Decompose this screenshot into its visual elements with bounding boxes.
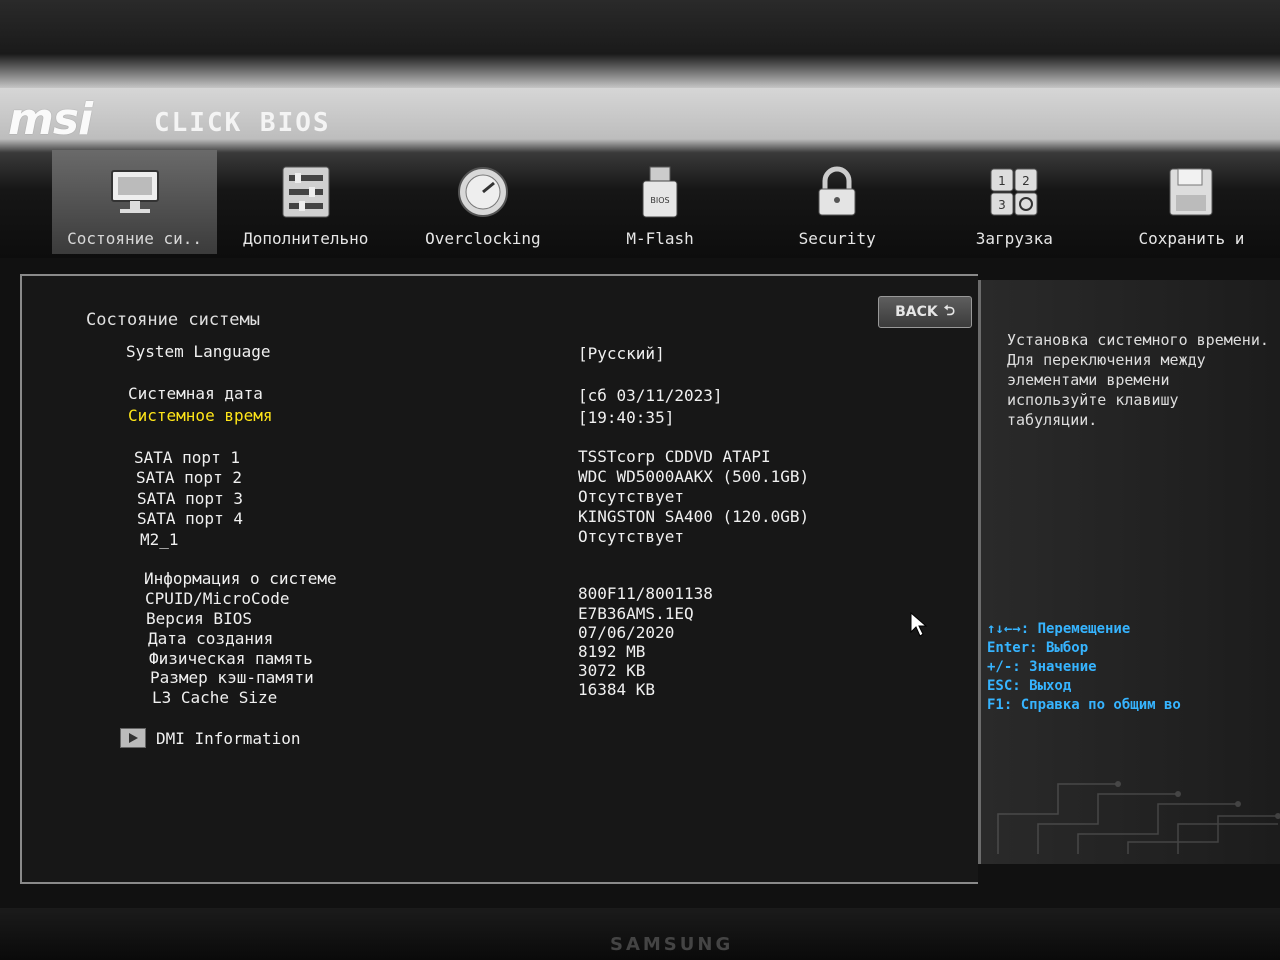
tab-label: Дополнительно xyxy=(243,229,369,248)
build-date-value: 07/06/2020 xyxy=(578,623,675,642)
cpuid-value: 800F11/8001138 xyxy=(578,584,713,603)
back-label: BACK xyxy=(895,304,938,320)
sata-port-2-value: WDC WD5000AAKX (500.1GB) xyxy=(578,467,810,486)
tab-label: Security xyxy=(798,229,876,248)
m2-1-value: Отсутствует xyxy=(578,527,684,546)
cache-size-value: 3072 KB xyxy=(578,661,646,680)
tab-label: Состояние си.. xyxy=(67,229,203,248)
tab-m-flash[interactable]: BIOS M-Flash xyxy=(571,150,748,254)
l3-cache-label: L3 Cache Size xyxy=(152,688,278,707)
submenu-arrow-icon xyxy=(120,728,146,748)
tab-overclocking[interactable]: Overclocking xyxy=(394,150,571,254)
circuit-decoration-icon xyxy=(997,781,1280,854)
sata-port-4-label[interactable]: SATA порт 4 xyxy=(137,509,243,528)
system-date-label[interactable]: Системная дата xyxy=(128,384,263,403)
page-title: Состояние системы xyxy=(86,310,260,330)
key-hint-enter: Enter: Выбор xyxy=(987,640,1089,656)
tab-save-exit[interactable]: Сохранить и xyxy=(1103,150,1280,254)
main-tabs: Состояние си.. Дополнительно Overclockin… xyxy=(52,150,1280,258)
physical-memory-label: Физическая память xyxy=(149,649,313,668)
boot-order-icon: 1 2 3 xyxy=(987,165,1041,219)
tab-boot[interactable]: 1 2 3 Загрузка xyxy=(926,150,1103,254)
return-arrow-icon: ⮌ xyxy=(943,303,955,319)
dmi-label: DMI Information xyxy=(156,728,301,748)
cache-size-label: Размер кэш-памяти xyxy=(150,668,314,687)
msi-logo: msi xyxy=(8,94,93,145)
floppy-disk-icon xyxy=(1164,165,1218,219)
system-time-label[interactable]: Системное время xyxy=(128,406,273,425)
key-hint-value: +/-: Значение xyxy=(987,659,1097,675)
tab-label: M-Flash xyxy=(626,229,694,248)
monitor-bezel-top xyxy=(0,0,1280,90)
tab-security[interactable]: Security xyxy=(749,150,926,254)
key-hint-f1: F1: Справка по общим во xyxy=(987,697,1181,713)
usb-drive-icon: BIOS xyxy=(633,165,687,219)
sata-port-2-label[interactable]: SATA порт 2 xyxy=(136,468,242,487)
tab-advanced[interactable]: Дополнительно xyxy=(217,150,394,254)
tab-label: Загрузка xyxy=(975,229,1053,248)
monitor-icon xyxy=(108,165,162,219)
system-language-label[interactable]: System Language xyxy=(126,342,271,361)
bios-version-value: E7B36AMS.1EQ xyxy=(578,604,694,623)
key-hint-navigate: ↑↓←→: Перемещение xyxy=(987,621,1131,637)
tab-label: Сохранить и xyxy=(1138,229,1245,248)
key-hint-esc: ESC: Выход xyxy=(987,678,1072,694)
settings-panel: BACK ⮌ Состояние системы System Language… xyxy=(20,274,978,884)
sata-port-3-label[interactable]: SATA порт 3 xyxy=(137,489,243,508)
system-info-title: Информация о системе xyxy=(144,569,337,588)
svg-text:3: 3 xyxy=(998,198,1006,212)
svg-text:BIOS: BIOS xyxy=(650,196,669,205)
svg-text:1: 1 xyxy=(998,174,1006,188)
l3-cache-value: 16384 KB xyxy=(578,680,656,699)
system-language-value[interactable]: [Русский] xyxy=(578,344,665,363)
bios-version-label: Версия BIOS xyxy=(146,609,252,628)
monitor-bezel-bottom: SAMSUNG xyxy=(0,908,1280,960)
sata-port-1-value: TSSTcorp CDDVD ATAPI xyxy=(578,447,771,466)
sata-port-3-value: Отсутствует xyxy=(578,487,684,506)
gauge-icon xyxy=(456,165,510,219)
sata-port-4-value: KINGSTON SA400 (120.0GB) xyxy=(578,507,810,526)
help-description: Установка системного времени. Для перекл… xyxy=(1007,331,1269,429)
system-date-value[interactable]: [сб 03/11/2023] xyxy=(578,386,723,405)
sliders-icon xyxy=(279,165,333,219)
build-date-label: Дата создания xyxy=(148,629,274,648)
tab-system-status[interactable]: Состояние си.. xyxy=(52,150,218,254)
svg-text:2: 2 xyxy=(1022,174,1030,188)
monitor-brand-logo: SAMSUNG xyxy=(610,934,734,955)
system-time-value[interactable]: [19:40:35] xyxy=(578,408,674,427)
physical-memory-value: 8192 MB xyxy=(578,642,646,661)
back-button[interactable]: BACK ⮌ xyxy=(878,296,972,328)
tab-label: Overclocking xyxy=(425,229,541,248)
key-legend: ↑↓←→: Перемещение Enter: Выбор +/-: Знач… xyxy=(987,620,1181,715)
click-bios-logo: CLICK BIOS xyxy=(154,108,331,138)
dmi-information-link[interactable]: DMI Information xyxy=(120,728,301,748)
padlock-icon xyxy=(810,165,864,219)
mouse-pointer-icon xyxy=(910,611,930,642)
sata-port-1-label[interactable]: SATA порт 1 xyxy=(134,448,240,467)
bios-header: msi CLICK BIOS Состояние си.. Дополнител… xyxy=(0,88,1280,258)
cpuid-label: CPUID/MicroCode xyxy=(145,589,290,608)
m2-1-label[interactable]: M2_1 xyxy=(140,530,179,549)
help-panel: Установка системного времени. Для перекл… xyxy=(978,280,1280,864)
bios-screen: msi CLICK BIOS Состояние си.. Дополнител… xyxy=(0,88,1280,908)
